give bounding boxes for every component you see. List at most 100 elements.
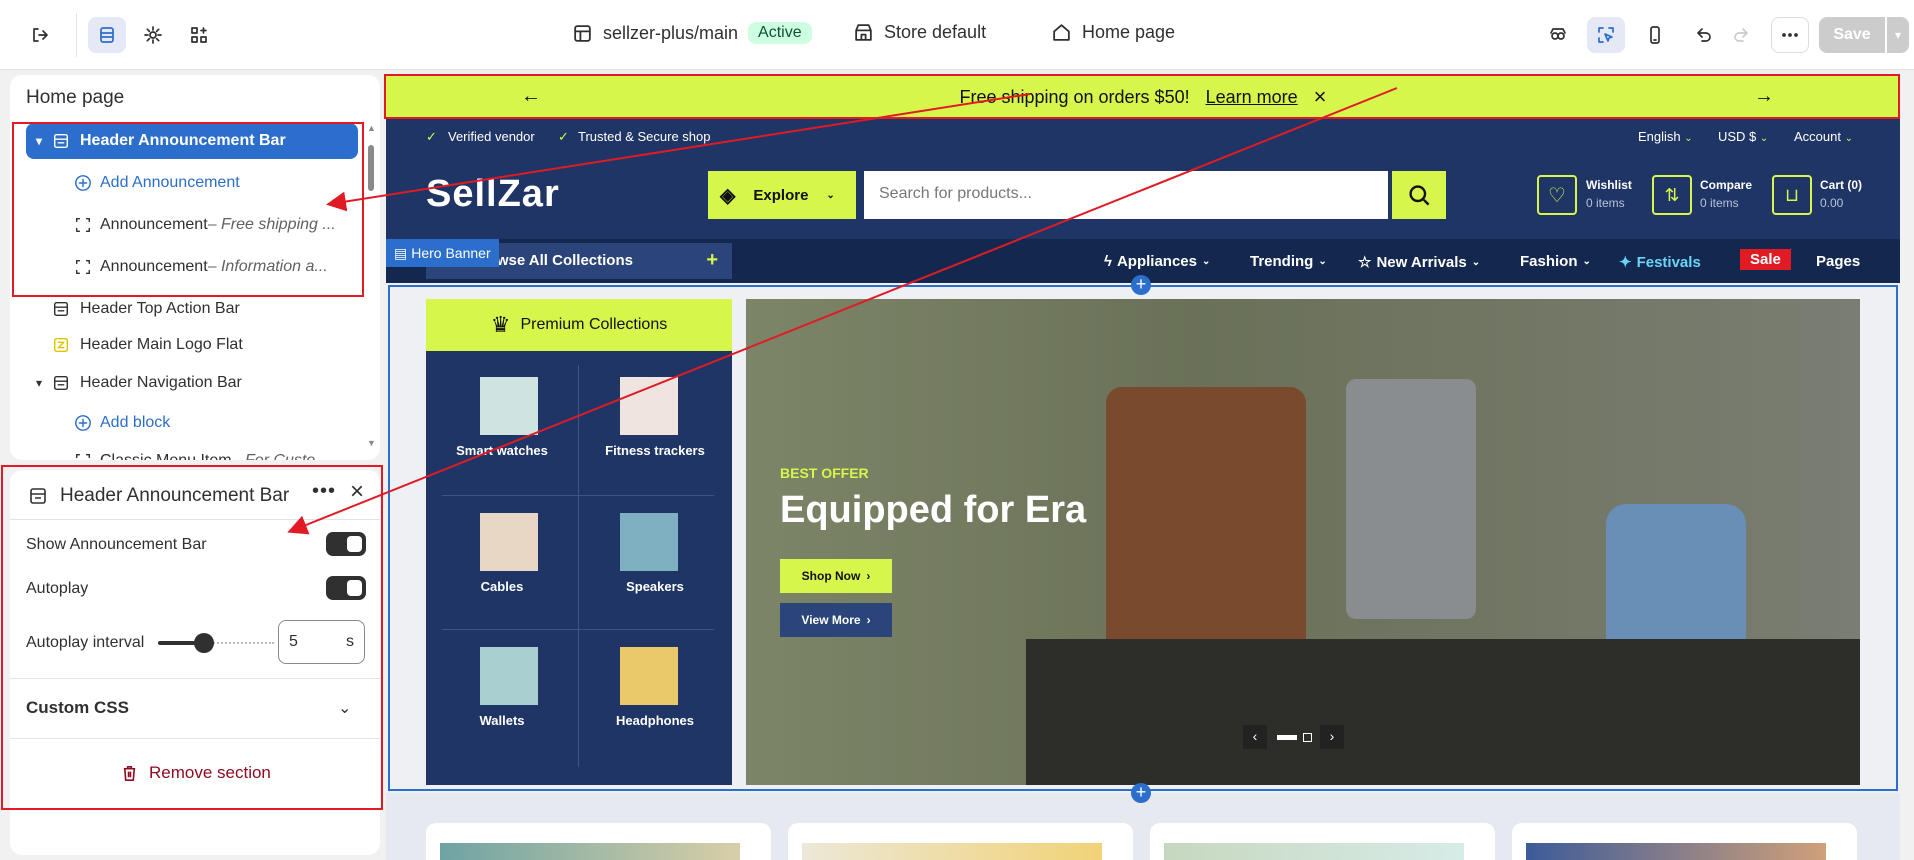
exit-icon[interactable] xyxy=(21,17,59,53)
search-input[interactable]: Search for products... xyxy=(864,171,1388,219)
tree-item-sublabel: – For Custo... xyxy=(232,452,329,460)
slide-dot-active[interactable] xyxy=(1277,735,1297,740)
product-image[interactable] xyxy=(620,377,678,435)
announcement-link[interactable]: Learn more xyxy=(1206,87,1298,108)
remove-section-button[interactable]: Remove section xyxy=(120,763,271,783)
tree-item-announcement-1[interactable]: Announcement – Free shipping ... xyxy=(74,207,364,243)
compare-label[interactable]: Compare xyxy=(1700,178,1752,192)
save-menu-chevron-icon[interactable]: ▾ xyxy=(1887,17,1909,53)
add-section-icon[interactable]: + xyxy=(1131,275,1151,295)
promo-card[interactable] xyxy=(1150,823,1495,860)
undo-icon[interactable] xyxy=(1684,17,1722,53)
cart-icon[interactable]: ⊔ xyxy=(1772,175,1812,215)
autoplay-interval-input[interactable]: 5 s xyxy=(278,620,365,664)
product-image[interactable] xyxy=(620,513,678,571)
theme-selector[interactable]: sellzer-plus/main Active xyxy=(572,22,812,44)
chevron-down-icon[interactable]: ▾ xyxy=(26,376,52,390)
nav-new-arrivals[interactable]: ☆ New Arrivals ⌄ xyxy=(1358,253,1480,272)
search-icon[interactable] xyxy=(1392,171,1446,219)
divider xyxy=(10,678,380,679)
product-image[interactable] xyxy=(480,513,538,571)
hero-banner-section[interactable]: + ♛ Premium Collections Smart watches Fi… xyxy=(386,275,1900,803)
autoplay-interval-slider[interactable] xyxy=(158,633,274,653)
add-announcement-button[interactable]: Add Announcement xyxy=(74,165,380,201)
apps-icon[interactable] xyxy=(180,17,218,53)
collection-label[interactable]: Headphones xyxy=(578,713,732,728)
show-announcement-toggle[interactable] xyxy=(326,532,366,556)
add-block-button[interactable]: Add block xyxy=(74,405,380,441)
nav-appliances[interactable]: ϟ Appliances ⌄ xyxy=(1104,253,1210,270)
party-icon: ✦ xyxy=(1619,254,1632,271)
account-menu[interactable]: Account ⌄ xyxy=(1794,129,1853,144)
gear-icon[interactable] xyxy=(134,17,172,53)
arrow-right-icon[interactable]: → xyxy=(1754,85,1774,108)
tree-item-header-main-logo-flat[interactable]: Header Main Logo Flat xyxy=(52,327,380,363)
slide-prev-icon[interactable]: ‹ xyxy=(1243,725,1267,749)
slide-dot[interactable] xyxy=(1303,733,1312,742)
autoplay-interval-label: Autoplay interval xyxy=(26,634,145,651)
arrow-left-icon[interactable]: ← xyxy=(521,85,541,108)
tree-item-announcement-2[interactable]: Announcement – Information a... xyxy=(74,249,364,285)
collection-label[interactable]: Wallets xyxy=(426,713,578,728)
nav-fashion[interactable]: Fashion ⌄ xyxy=(1520,253,1591,270)
explore-button[interactable]: ◈ Explore ⌄ xyxy=(708,171,856,219)
select-mode-icon[interactable] xyxy=(1587,17,1625,53)
remove-section-label: Remove section xyxy=(149,763,271,782)
heart-icon[interactable]: ♡ xyxy=(1537,175,1577,215)
product-image[interactable] xyxy=(480,377,538,435)
store-logo[interactable]: SellZar xyxy=(426,173,560,216)
redo-icon[interactable] xyxy=(1723,17,1761,53)
close-icon[interactable]: × xyxy=(1314,84,1327,110)
tree-item-header-navigation-bar[interactable]: ▾ Header Navigation Bar xyxy=(26,365,380,401)
close-icon[interactable]: × xyxy=(350,478,364,506)
collection-label[interactable]: Smart watches xyxy=(426,443,578,458)
shop-now-button[interactable]: Shop Now › xyxy=(780,559,892,593)
collection-label[interactable]: Speakers xyxy=(578,579,732,594)
settings-title: Header Announcement Bar xyxy=(60,485,290,506)
inspector-icon[interactable] xyxy=(1539,17,1577,53)
scrollbar-thumb[interactable] xyxy=(368,145,374,191)
page-selector[interactable]: Home page xyxy=(1051,22,1175,43)
language-select[interactable]: English ⌄ xyxy=(1638,129,1693,144)
mobile-icon[interactable] xyxy=(1636,17,1674,53)
compare-icon[interactable]: ⇅ xyxy=(1652,175,1692,215)
announcement-bar[interactable]: ← Free shipping on orders $50! Learn mor… xyxy=(386,75,1900,119)
collection-label[interactable]: Cables xyxy=(426,579,578,594)
nav-sale[interactable]: Sale xyxy=(1740,249,1791,270)
scroll-up-icon[interactable]: ▲ xyxy=(367,123,376,133)
save-button[interactable]: Save xyxy=(1819,17,1885,53)
more-options-icon[interactable] xyxy=(1771,17,1809,53)
nav-label: Trending xyxy=(1250,253,1314,270)
store-selector[interactable]: Store default xyxy=(853,22,986,43)
chevron-down-icon[interactable]: ▾ xyxy=(26,134,52,148)
section-tag[interactable]: ▤ Hero Banner xyxy=(386,239,499,267)
chevron-down-icon[interactable]: ⌄ xyxy=(338,698,351,718)
collection-label[interactable]: Fitness trackers xyxy=(578,443,732,458)
wishlist-label[interactable]: Wishlist xyxy=(1586,178,1632,192)
promo-card[interactable] xyxy=(426,823,771,860)
tree-item-header-top-action-bar[interactable]: Header Top Action Bar xyxy=(52,291,380,327)
explore-label: Explore xyxy=(753,186,809,204)
custom-css-toggle[interactable]: Custom CSS xyxy=(26,698,129,718)
slide-next-icon[interactable]: › xyxy=(1320,725,1344,749)
sections-icon[interactable] xyxy=(88,17,126,53)
view-more-button[interactable]: View More › xyxy=(780,603,892,637)
nav-festivals[interactable]: ✦ Festivals xyxy=(1619,253,1701,272)
product-image[interactable] xyxy=(620,647,678,705)
nav-trending[interactable]: Trending ⌄ xyxy=(1250,253,1327,270)
nav-pages[interactable]: Pages xyxy=(1816,253,1860,270)
collections-grid: Smart watches Fitness trackers Cables Sp… xyxy=(426,351,732,785)
slider-handle[interactable] xyxy=(194,633,215,653)
scroll-down-icon[interactable]: ▼ xyxy=(367,438,376,448)
promo-card[interactable] xyxy=(1512,823,1857,860)
cart-label[interactable]: Cart (0) xyxy=(1820,178,1862,192)
currency-select[interactable]: USD $ ⌄ xyxy=(1718,129,1768,144)
tree-item-classic-menu-item[interactable]: Classic Menu Item – For Custo... xyxy=(74,443,364,460)
product-image[interactable] xyxy=(480,647,538,705)
more-options-icon[interactable]: ••• xyxy=(312,480,336,503)
hero-slide[interactable]: BEST OFFER Equipped for Era Shop Now › Vi… xyxy=(746,299,1860,785)
autoplay-toggle[interactable] xyxy=(326,576,366,600)
tree-item-header-announcement-bar[interactable]: ▾ Header Announcement Bar xyxy=(26,123,358,159)
tree-scrollbar[interactable]: ▲ ▼ xyxy=(367,123,376,448)
promo-card[interactable] xyxy=(788,823,1133,860)
